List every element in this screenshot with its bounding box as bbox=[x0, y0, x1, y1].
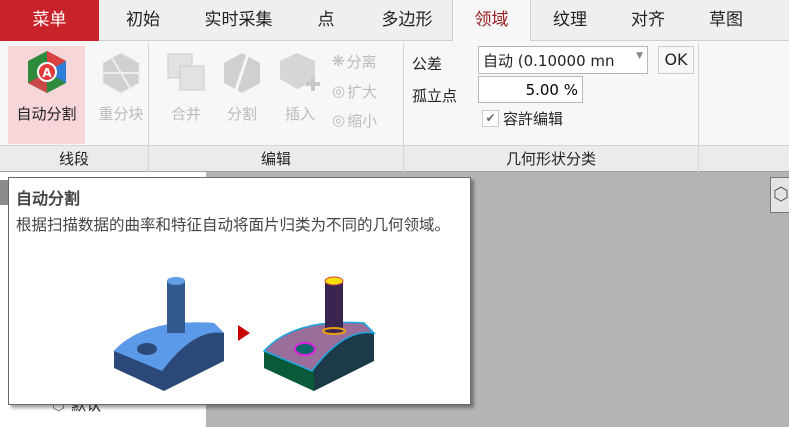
insert-icon bbox=[280, 53, 320, 91]
auto-split-illustration bbox=[114, 276, 377, 391]
split-icon bbox=[224, 50, 260, 94]
checkbox-check-icon: ✔ bbox=[482, 110, 499, 127]
ribbon-group-labels: 线段 编辑 几何形状分类 bbox=[0, 145, 789, 172]
isolated-points-label: 孤立点 bbox=[412, 87, 458, 105]
tooltip-description: 根据扫描数据的曲率和特征自动将面片归类为不同的几何领域。 bbox=[16, 216, 451, 234]
auto-split-label: 自动分割 bbox=[16, 105, 77, 123]
tolerance-value: 自动 (0.10000 mn bbox=[483, 52, 615, 70]
merge-icon bbox=[167, 53, 205, 91]
expand-button[interactable]: ◎ 扩大 bbox=[332, 80, 377, 102]
before-model bbox=[114, 277, 224, 391]
separate-label: 分离 bbox=[346, 52, 377, 71]
tab-region[interactable]: 领域 bbox=[452, 0, 531, 42]
tab-point[interactable]: 点 bbox=[290, 0, 362, 41]
ok-button[interactable]: OK bbox=[658, 46, 694, 74]
allow-edit-checkbox[interactable]: ✔ 容許编辑 bbox=[482, 108, 563, 129]
isolated-points-input[interactable] bbox=[478, 76, 583, 103]
shrink-button[interactable]: ◎ 缩小 bbox=[332, 109, 377, 131]
group-label-segment: 线段 bbox=[58, 150, 89, 168]
tab-menu[interactable]: 菜单 bbox=[0, 0, 99, 41]
expand-icon: ◎ bbox=[332, 82, 346, 100]
reblock-button[interactable]: 重分块 bbox=[85, 46, 157, 144]
tooltip-title: 自动分割 bbox=[16, 189, 81, 208]
arrow-right-icon bbox=[238, 325, 250, 341]
expand-label: 扩大 bbox=[347, 82, 378, 101]
separate-button[interactable]: ❋ 分离 bbox=[332, 50, 377, 72]
insert-button[interactable]: 插入 bbox=[264, 46, 336, 144]
tooltip: 自动分割 根据扫描数据的曲率和特征自动将面片归类为不同的几何领域。 bbox=[8, 177, 471, 405]
shrink-icon: ◎ bbox=[332, 111, 346, 129]
tab-align[interactable]: 对齐 bbox=[609, 0, 687, 41]
hexagon-icon: ⬡ bbox=[773, 184, 789, 205]
svg-text:A: A bbox=[42, 66, 52, 80]
chevron-down-icon: ▼ bbox=[636, 51, 643, 61]
tab-sketch[interactable]: 草图 bbox=[687, 0, 765, 41]
ribbon: A 自动分割 重分块 合并 分割 插入 ❋ 分离 ◎ 扩大 ◎ 缩小 公差 自动 (0… bbox=[0, 41, 789, 145]
reblock-icon bbox=[102, 52, 140, 94]
group-label-geometry-classification: 几何形状分类 bbox=[505, 150, 596, 168]
tolerance-label: 公差 bbox=[412, 55, 443, 73]
tab-initial[interactable]: 初始 bbox=[99, 0, 187, 41]
tolerance-select[interactable]: 自动 (0.10000 mn ▼ bbox=[478, 46, 648, 74]
auto-split-button[interactable]: A 自动分割 bbox=[8, 46, 85, 144]
shrink-label: 缩小 bbox=[347, 111, 378, 130]
separate-icon: ❋ bbox=[332, 52, 345, 70]
after-model bbox=[262, 276, 377, 391]
insert-label: 插入 bbox=[284, 105, 315, 123]
allow-edit-label: 容許编辑 bbox=[503, 110, 564, 128]
tab-polygon[interactable]: 多边形 bbox=[362, 0, 452, 41]
tab-texture[interactable]: 纹理 bbox=[531, 0, 609, 41]
tab-live-capture[interactable]: 实时采集 bbox=[187, 0, 290, 41]
ribbon-tabs: 菜单 初始 实时采集 点 多边形 领域 纹理 对齐 草图 bbox=[0, 0, 789, 42]
auto-split-icon: A bbox=[27, 51, 66, 93]
group-label-edit: 编辑 bbox=[260, 150, 291, 168]
reblock-label: 重分块 bbox=[98, 105, 144, 123]
view-hexagon-button[interactable]: ⬡ bbox=[770, 177, 789, 213]
